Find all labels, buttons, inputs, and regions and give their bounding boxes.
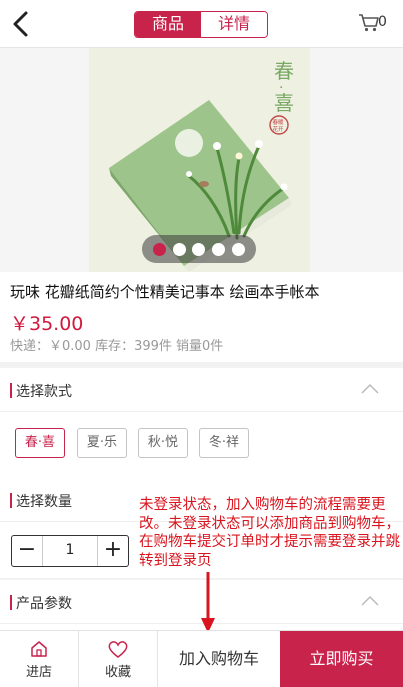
home-icon [31,641,47,657]
carousel-dot[interactable] [192,242,206,256]
back-arrow-icon[interactable] [10,10,32,38]
carousel-dot[interactable] [212,242,226,256]
style-section-header[interactable]: 选择款式 [0,368,403,412]
cart-icon[interactable] [358,13,380,33]
shop-button[interactable]: 进店 [0,631,79,687]
annotation-note: 未登录状态，加入购物车的流程需要更改。未登录状态可以添加商品到购物车，在购物车提… [139,497,400,569]
qty-section-label: 选择数量 [16,494,72,510]
segment-control: 商品 详情 [134,11,268,38]
svg-text:·: · [279,80,283,96]
bottom-action-bar: 进店 收藏 加入购物车 立即购买 [0,630,403,687]
increment-button[interactable]: + [98,536,128,566]
style-option[interactable]: 夏·乐 [77,428,127,458]
add-to-cart-button[interactable]: 加入购物车 [158,631,280,687]
chevron-up-icon[interactable] [361,594,379,606]
product-price: ￥35.00 [10,313,84,335]
tab-detail[interactable]: 详情 [201,12,267,37]
section-marker [10,595,12,610]
style-options: 春·喜 夏·乐 秋·悦 冬·祥 [0,412,403,478]
tab-product[interactable]: 商品 [135,12,201,37]
params-section-label: 产品参数 [16,596,72,612]
shop-label: 进店 [25,665,52,680]
quantity-input[interactable]: 1 [42,536,98,566]
decrement-button[interactable]: − [12,536,42,566]
chevron-up-icon[interactable] [361,382,379,394]
cover-title-top: 春 [274,59,294,83]
product-title: 玩味 花瓣纸简约个性精美记事本 绘画本手帐本 [10,283,320,301]
buy-now-button[interactable]: 立即购买 [280,631,403,687]
svg-text:花开: 花开 [273,125,285,133]
section-marker [10,383,12,398]
product-meta: 快递：￥0.00 库存：399件 销量0件 [10,339,224,354]
quantity-stepper: − 1 + [11,535,129,567]
section-marker [10,493,12,508]
style-option[interactable]: 冬·祥 [199,428,249,458]
style-section-label: 选择款式 [16,384,72,400]
cover-title-bottom: 喜 [274,91,294,115]
annotation-arrow-icon [201,572,215,633]
favorite-label: 收藏 [104,665,131,680]
carousel-dot[interactable] [152,242,166,256]
heart-icon [108,641,128,658]
top-nav-bar: 商品 详情 0 [0,0,403,48]
style-option[interactable]: 秋·悦 [138,428,188,458]
cart-count-badge: 0 [378,14,387,30]
carousel-dot[interactable] [172,242,186,256]
svg-text:春暖: 春暖 [273,118,285,126]
style-option[interactable]: 春·喜 [15,428,65,458]
favorite-button[interactable]: 收藏 [79,631,158,687]
carousel-indicator [142,235,256,263]
carousel-dot[interactable] [232,242,246,256]
